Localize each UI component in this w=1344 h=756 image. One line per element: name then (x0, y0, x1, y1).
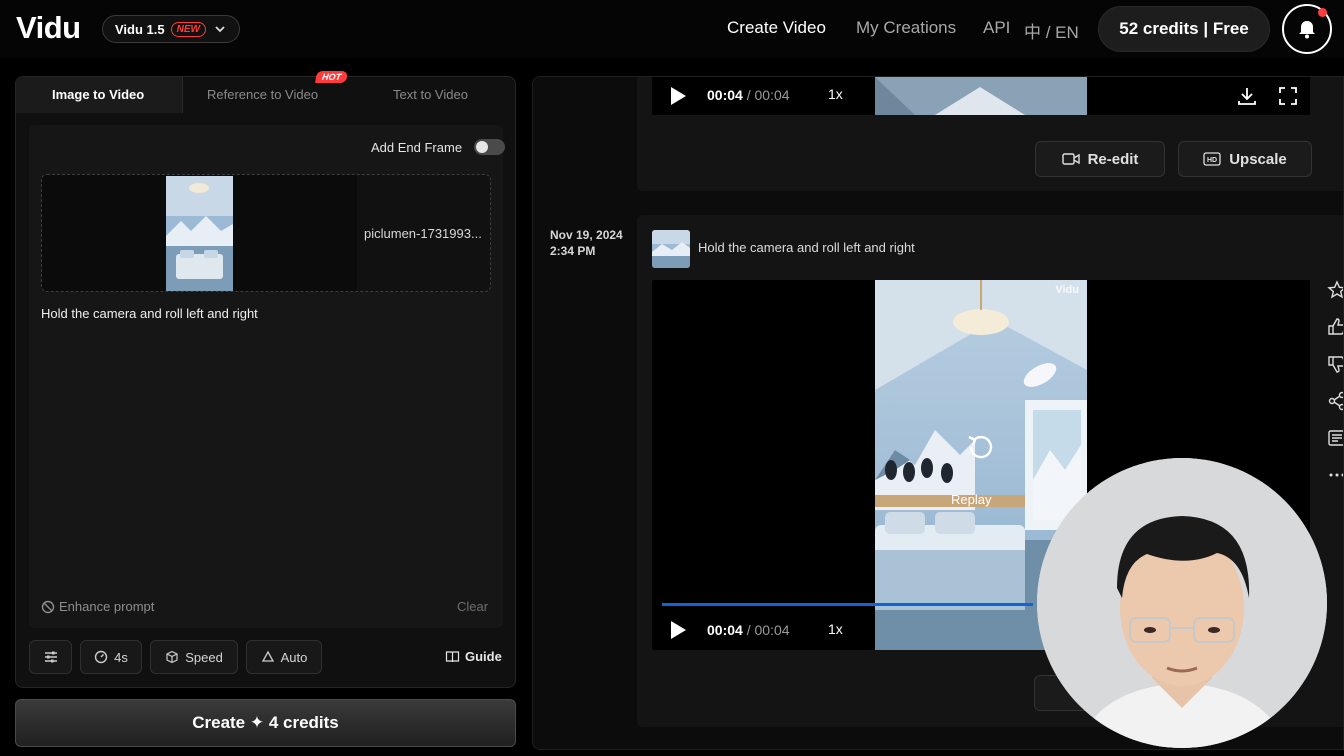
prompt-thumbnail-image (652, 230, 690, 268)
uploaded-image-thumbnail[interactable] (166, 176, 233, 291)
model-name: Vidu 1.5 (115, 21, 165, 37)
disabled-icon (41, 600, 55, 613)
play-icon[interactable] (670, 87, 686, 105)
enhance-prompt-label: Enhance prompt (59, 599, 155, 614)
auto-label: Auto (280, 649, 308, 665)
new-badge: NEW (170, 21, 206, 37)
guide-label: Guide (465, 649, 502, 664)
previous-time-current: 00:04 (707, 87, 743, 103)
previous-time-sep: / (742, 87, 755, 103)
clock-icon (94, 650, 108, 664)
upscale-label: Upscale (1229, 150, 1287, 168)
re-edit-label: Re-edit (1087, 150, 1139, 168)
more-icon[interactable] (1327, 465, 1344, 485)
previous-frame-image (875, 77, 1087, 115)
nav-my-creations[interactable]: My Creations (856, 18, 956, 38)
duration-button[interactable]: 4s (80, 640, 142, 674)
nav-api[interactable]: API (983, 18, 1010, 38)
generation-panel: Image to Video Reference to Video HOT Te… (15, 71, 516, 688)
mode-tabs: Image to Video Reference to Video HOT Te… (16, 71, 515, 113)
presenter-webcam-image (1037, 458, 1327, 748)
result-prompt-text: Hold the camera and roll left and right (698, 240, 915, 255)
prompt-input[interactable]: Hold the camera and roll left and right (41, 306, 258, 321)
hot-badge: HOT (315, 71, 348, 83)
prompt-thumbnail (652, 230, 690, 268)
bedroom-image (166, 176, 233, 291)
svg-text:HD: HD (1207, 157, 1217, 164)
guide-link[interactable]: Guide (445, 649, 502, 664)
image-upload-box[interactable]: piclumen-1731993... (41, 174, 491, 292)
notification-dot (1318, 8, 1327, 17)
speed-label: Speed (185, 649, 223, 665)
auto-button[interactable]: Auto (246, 640, 322, 674)
previous-result-card: 00:04 / 00:04 1x Re-edit HD Upscale (637, 77, 1343, 191)
previous-speed-button[interactable]: 1x (828, 86, 843, 102)
upscale-button[interactable]: HD Upscale (1178, 141, 1312, 177)
uploaded-file-name: piclumen-1731993... (364, 226, 482, 241)
thumbs-down-icon[interactable] (1327, 354, 1344, 374)
bell-icon (1299, 21, 1315, 39)
hd-icon: HD (1203, 152, 1221, 166)
tab-reference-to-video[interactable]: Reference to Video (207, 87, 318, 102)
vidu-watermark: Vidu (1055, 284, 1079, 296)
play-icon[interactable] (670, 621, 686, 639)
previous-video-time: 00:04 / 00:04 (707, 87, 790, 103)
generation-date-day: Nov 19, 2024 (550, 228, 623, 242)
current-time-total: 00:04 (754, 622, 790, 638)
tab-image-to-video[interactable]: Image to Video (52, 87, 144, 102)
create-button[interactable]: Create ✦ 4 credits (15, 699, 516, 747)
fullscreen-icon[interactable] (1277, 85, 1299, 107)
generation-date-time: 2:34 PM (550, 244, 596, 258)
replay-icon (968, 435, 993, 459)
model-selector[interactable]: Vidu 1.5 NEW (102, 15, 240, 43)
tab-text-to-video[interactable]: Text to Video (393, 87, 468, 102)
current-speed-button[interactable]: 1x (828, 621, 843, 637)
previous-video-frame (875, 77, 1087, 115)
notification-button[interactable] (1282, 4, 1332, 54)
add-end-frame-toggle[interactable] (474, 139, 505, 155)
sliders-icon (44, 651, 57, 663)
speed-button[interactable]: Speed (150, 640, 238, 674)
list-icon[interactable] (1327, 428, 1344, 448)
shapes-icon (261, 650, 274, 662)
star-icon[interactable] (1327, 280, 1344, 300)
share-icon[interactable] (1327, 391, 1344, 411)
language-switch[interactable]: 中 / EN (1024, 18, 1079, 43)
video-progress-bar[interactable] (662, 603, 1033, 606)
clear-button[interactable]: Clear (457, 599, 488, 614)
download-icon[interactable] (1236, 85, 1258, 107)
current-video-time: 00:04 / 00:04 (707, 622, 790, 638)
current-time-sep: / (742, 622, 755, 638)
enhance-prompt-toggle[interactable]: Enhance prompt (41, 599, 154, 614)
video-edit-icon (1061, 153, 1080, 165)
top-header: Vidu Vidu 1.5 NEW Create Video My Creati… (0, 0, 1344, 58)
previous-video-player[interactable]: 00:04 / 00:04 1x (652, 77, 1310, 115)
previous-time-total: 00:04 (754, 87, 790, 103)
replay-button[interactable] (959, 432, 1003, 467)
toggle-knob (476, 141, 488, 153)
duration-label: 4s (114, 649, 128, 665)
current-time-current: 00:04 (707, 622, 743, 638)
chevron-down-icon (215, 26, 225, 33)
settings-button[interactable] (29, 640, 72, 674)
book-icon (445, 650, 460, 662)
prompt-area: Add End Frame piclumen-1731993... Hold t… (29, 125, 505, 628)
credits-button[interactable]: 52 credits | Free (1098, 6, 1270, 52)
re-edit-button[interactable]: Re-edit (1035, 141, 1165, 177)
generation-date: Nov 19, 2024 2:34 PM (550, 227, 623, 259)
vidu-logo[interactable]: Vidu (16, 10, 81, 46)
cube-icon (166, 650, 178, 664)
thumbs-up-icon[interactable] (1327, 317, 1344, 337)
replay-label: Replay (951, 492, 992, 507)
nav-create-video[interactable]: Create Video (727, 18, 826, 38)
webcam-overlay (1037, 458, 1327, 748)
add-end-frame-label: Add End Frame (371, 140, 463, 155)
